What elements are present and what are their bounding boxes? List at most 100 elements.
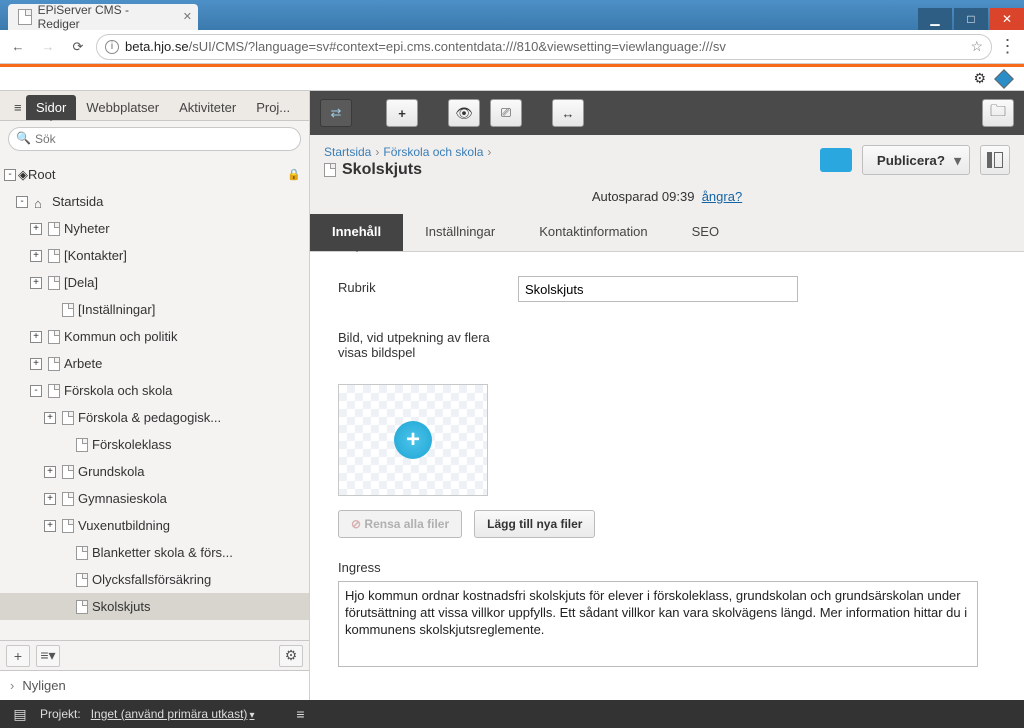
sidebar-gear-button[interactable]: ⚙ <box>279 645 303 667</box>
tree-item[interactable]: +Gymnasieskola <box>0 485 309 512</box>
tab-title: EPiServer CMS - Rediger <box>38 3 170 31</box>
tree-item[interactable]: Blanketter skola & förs... <box>0 539 309 566</box>
tree-root[interactable]: - ◈ Root 🔒 <box>0 161 309 188</box>
toggle-icon[interactable]: + <box>44 412 56 424</box>
add-image-icon: + <box>394 421 432 459</box>
toggle-icon[interactable]: + <box>30 358 42 370</box>
sidebar-tab-sites[interactable]: Webbplatser <box>76 95 169 120</box>
pin-icon[interactable] <box>994 69 1014 89</box>
tree-item[interactable]: +Förskola & pedagogisk... <box>0 404 309 431</box>
tree-label: Arbete <box>64 356 301 371</box>
url-field[interactable]: i beta.hjo.se/sUI/CMS/?language=sv#conte… <box>96 34 992 60</box>
window-maximize-button[interactable]: □ <box>954 8 988 30</box>
form-tab-settings[interactable]: Inställningar <box>403 214 517 251</box>
add-files-button[interactable]: Lägg till nya filer <box>474 510 595 538</box>
tab-close-icon[interactable]: ✕ <box>183 10 192 23</box>
add-page-button[interactable]: + <box>6 645 30 667</box>
page-icon <box>48 276 60 290</box>
toggle-icon[interactable]: + <box>30 277 42 289</box>
settings-gear-icon[interactable]: ⚙ <box>973 70 986 87</box>
toggle-icon[interactable]: - <box>30 385 42 397</box>
page-icon <box>62 465 74 479</box>
preview-button[interactable]: 👁 <box>448 99 480 127</box>
field-heading-label: Rubrik <box>338 276 518 302</box>
list-view-button[interactable]: ≡▾ <box>36 645 60 667</box>
tree-label: Blanketter skola & förs... <box>92 545 301 560</box>
left-panel: ≡ Sidor Webbplatser Aktiviteter Proj... … <box>0 91 310 700</box>
crumb-section[interactable]: Förskola och skola <box>383 145 483 159</box>
toggle-icon[interactable]: + <box>30 250 42 262</box>
bookmark-star-icon[interactable]: ☆ <box>970 38 983 55</box>
tree-item[interactable]: +[Kontakter] <box>0 242 309 269</box>
page-icon <box>76 573 88 587</box>
footer-menu-icon[interactable]: ▤ <box>10 706 30 723</box>
layout-toggle-button[interactable] <box>980 145 1010 175</box>
chevron-right-icon: › <box>10 678 14 693</box>
project-selector[interactable]: Inget (använd primära utkast)▾ <box>91 707 255 721</box>
editor-pane: ⇄ + 👁 ⎚ ↔ 🗀 Startsida › Förskola och sko… <box>310 91 1024 700</box>
crumb-home[interactable]: Startsida <box>324 145 371 159</box>
toggle-icon[interactable]: + <box>30 223 42 235</box>
tree-item[interactable]: + Grundskola <box>0 458 309 485</box>
tree-item[interactable]: Skolskjuts <box>0 593 309 620</box>
toggle-icon[interactable]: + <box>44 466 56 478</box>
nav-forward-button[interactable]: → <box>36 35 60 59</box>
add-content-button[interactable]: + <box>386 99 418 127</box>
form-tab-content[interactable]: Innehåll <box>310 214 403 251</box>
tree-item[interactable]: [Inställningar] <box>0 296 309 323</box>
toggle-icon <box>58 574 70 586</box>
window-minimize-button[interactable]: ▁ <box>918 8 952 30</box>
tree-label: Startsida <box>52 194 301 209</box>
app-top-strip: ⚙ <box>0 67 1024 91</box>
recent-label: Nyligen <box>22 678 65 693</box>
sidebar-tab-projects[interactable]: Proj... <box>246 95 300 120</box>
compare-button[interactable]: ⎚ <box>490 99 522 127</box>
toggle-icon[interactable]: + <box>30 331 42 343</box>
image-dropzone[interactable]: + <box>338 384 488 496</box>
view-mode-button[interactable]: ↔ <box>552 99 584 127</box>
publish-button[interactable]: Publicera? <box>862 145 970 175</box>
browser-menu-button[interactable]: ⋮ <box>998 36 1018 57</box>
footer-list-icon[interactable]: ≡ <box>290 706 310 722</box>
form-tab-contact[interactable]: Kontaktinformation <box>517 214 669 251</box>
tree-label: Kommun och politik <box>64 329 301 344</box>
assets-button[interactable]: 🗀 <box>982 99 1014 127</box>
tree-item[interactable]: + Kommun och politik <box>0 323 309 350</box>
sidebar-tab-activities[interactable]: Aktiviteter <box>169 95 246 120</box>
sidebar-hamburger-icon[interactable]: ≡ <box>4 95 26 120</box>
page-icon <box>48 330 60 344</box>
tree-toggle-button[interactable]: ⇄ <box>320 99 352 127</box>
tree-item[interactable]: -Förskola och skola <box>0 377 309 404</box>
page-icon <box>48 249 60 263</box>
window-close-button[interactable]: ✕ <box>990 8 1024 30</box>
nav-back-button[interactable]: ← <box>6 35 30 59</box>
recent-panel-toggle[interactable]: › Nyligen <box>0 670 309 700</box>
tree-item[interactable]: + Arbete <box>0 350 309 377</box>
page-icon <box>48 222 60 236</box>
tree-item[interactable]: Olycksfallsförsäkring <box>0 566 309 593</box>
toggle-icon[interactable]: - <box>16 196 28 208</box>
sidebar-search-input[interactable] <box>8 127 301 151</box>
tree-item[interactable]: +[Dela] <box>0 269 309 296</box>
tree-item[interactable]: Förskoleklass <box>0 431 309 458</box>
reload-button[interactable]: ⟳ <box>66 39 90 55</box>
toggle-icon[interactable]: + <box>44 493 56 505</box>
new-tab-button[interactable] <box>896 8 918 30</box>
tree-label: Grundskola <box>78 464 301 479</box>
form-tablist: Innehåll Inställningar Kontaktinformatio… <box>310 214 1024 252</box>
toggle-icon[interactable]: + <box>44 520 56 532</box>
tree-item[interactable]: +Vuxenutbildning <box>0 512 309 539</box>
toggle-icon[interactable]: - <box>4 169 16 181</box>
tree-label: Skolskjuts <box>92 599 301 614</box>
sidebar-tab-pages[interactable]: Sidor <box>26 95 76 120</box>
tree-item[interactable]: +Nyheter <box>0 215 309 242</box>
tree-item[interactable]: -⌂Startsida <box>0 188 309 215</box>
undo-link[interactable]: ångra? <box>702 189 742 204</box>
field-ingress-textarea[interactable]: Hjo kommun ordnar kostnadsfri skolskjuts… <box>338 581 978 667</box>
comment-button[interactable] <box>820 148 852 172</box>
site-info-icon[interactable]: i <box>105 40 119 54</box>
field-heading-input[interactable] <box>518 276 798 302</box>
browser-tab[interactable]: EPiServer CMS - Rediger ✕ <box>8 4 198 30</box>
form-tab-seo[interactable]: SEO <box>670 214 741 251</box>
browser-address-bar: ← → ⟳ i beta.hjo.se/sUI/CMS/?language=sv… <box>0 30 1024 64</box>
